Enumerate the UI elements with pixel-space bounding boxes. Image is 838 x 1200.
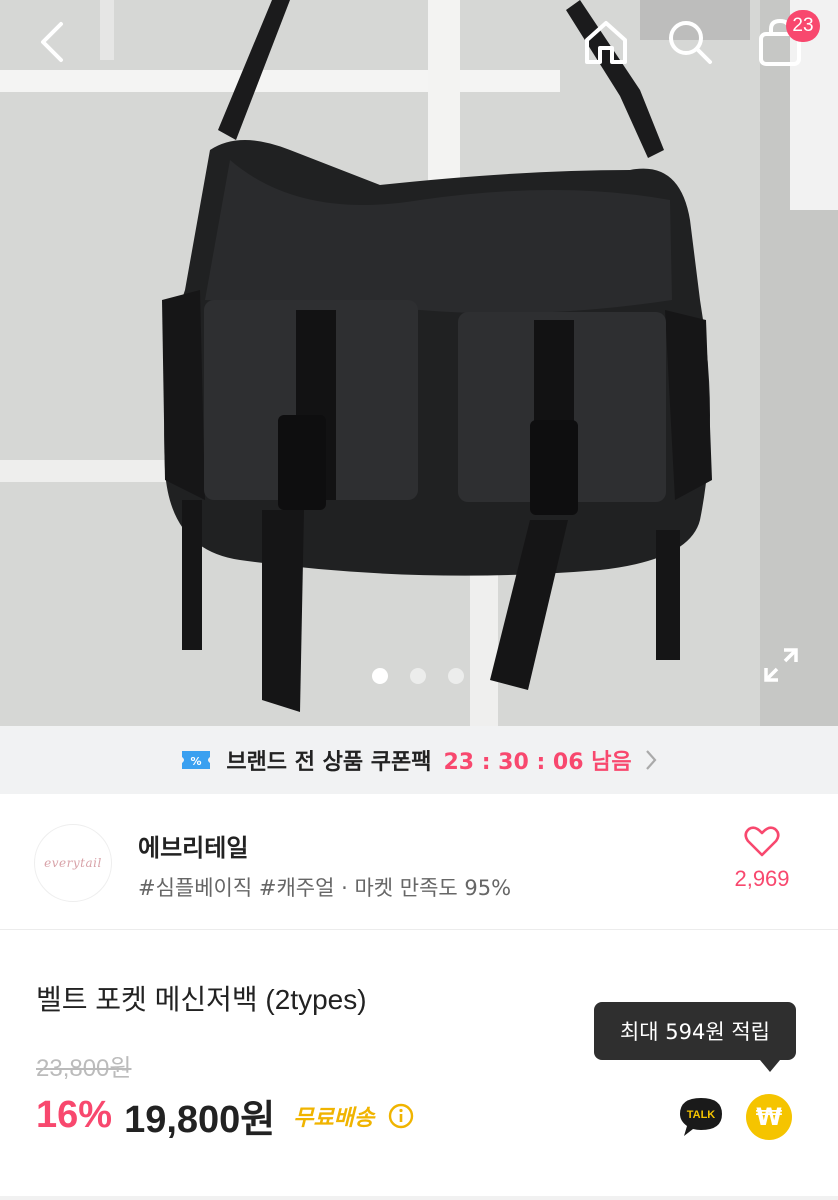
- gallery-indicator: [372, 668, 464, 684]
- like-button[interactable]: 2,969: [722, 826, 802, 892]
- coupon-ticket-icon: %: [182, 751, 211, 769]
- coupon-label: 브랜드 전 상품 쿠폰팩: [226, 750, 432, 775]
- store-logo[interactable]: everytail: [34, 824, 112, 902]
- home-button[interactable]: [576, 14, 636, 70]
- gallery-dot-1[interactable]: [372, 668, 388, 684]
- product-image-gallery[interactable]: 23: [0, 0, 838, 726]
- expand-image-button[interactable]: [756, 640, 806, 690]
- discount-rate: 16%: [36, 1094, 113, 1136]
- product-photo: [0, 0, 838, 726]
- info-icon[interactable]: [388, 1103, 414, 1129]
- cart-count-badge: 23: [786, 10, 820, 42]
- product-info: 벨트 포켓 메신저백 (2types) 23,800원 16% 19,800원 …: [0, 930, 838, 1200]
- point-coin-button[interactable]: ₩: [746, 1094, 792, 1140]
- heart-icon: [744, 826, 780, 857]
- chevron-right-icon: [645, 750, 657, 770]
- gallery-dot-2[interactable]: [410, 668, 426, 684]
- store-tags: #심플베이직 #캐주얼 · 마켓 만족도 95%: [138, 876, 512, 900]
- svg-text:%: %: [191, 755, 202, 768]
- divider: [0, 1196, 838, 1200]
- store-name[interactable]: 에브리테일: [138, 828, 248, 863]
- store-info[interactable]: everytail 에브리테일 #심플베이직 #캐주얼 · 마켓 만족도 95%…: [0, 794, 838, 930]
- price-row: 16% 19,800원 무료배송: [36, 1088, 414, 1143]
- kakao-talk-button[interactable]: TALK: [676, 1092, 726, 1142]
- expand-icon: [764, 648, 798, 682]
- free-shipping-label: 무료배송: [293, 1105, 375, 1131]
- coupon-banner[interactable]: % 브랜드 전 상품 쿠폰팩 23 : 30 : 06 남음: [0, 726, 838, 794]
- sale-price: 19,800원: [124, 1099, 276, 1141]
- product-title: 벨트 포켓 메신저백 (2types): [36, 984, 367, 1015]
- back-button[interactable]: [22, 14, 82, 70]
- won-coin-icon: ₩: [755, 1103, 783, 1131]
- like-count: 2,969: [734, 866, 790, 891]
- search-icon: [669, 21, 712, 64]
- home-icon: [585, 21, 627, 64]
- points-tooltip: 최대 594원 적립: [594, 1002, 796, 1072]
- original-price: 23,800원: [36, 1055, 132, 1082]
- talk-label: TALK: [687, 1109, 716, 1121]
- back-icon: [41, 22, 63, 62]
- gallery-dot-3[interactable]: [448, 668, 464, 684]
- coupon-timer: 23 : 30 : 06 남음: [443, 750, 632, 775]
- search-button[interactable]: [660, 14, 720, 70]
